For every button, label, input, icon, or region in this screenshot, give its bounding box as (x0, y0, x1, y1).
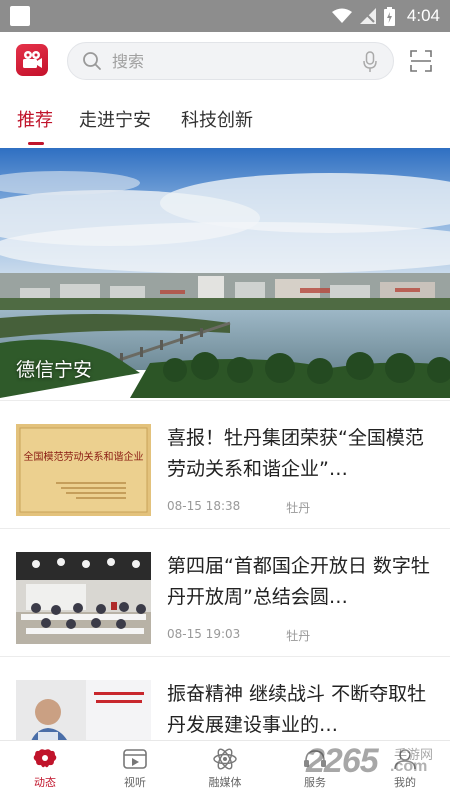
app-screen: 4:04 搜索 推荐 走进宁安 科技创新 德信宁安 全国模范劳动关系和谐企业 喜… (0, 0, 450, 799)
news-source: 牡丹 (286, 629, 311, 643)
news-item[interactable]: 第四届“首都国企开放日 数字牡丹开放周”总结会圆… 08-15 19:03 牡丹 (0, 528, 450, 656)
atom-icon (213, 748, 237, 770)
nav-label: 服务 (304, 776, 326, 789)
search-input[interactable] (112, 51, 332, 71)
thumbnail-certificate-text: 全国模范劳动关系和谐企业 (23, 452, 144, 463)
nav-dynamics[interactable]: 动态 (0, 741, 90, 799)
category-tabs: 推荐 走进宁安 科技创新 (0, 90, 450, 148)
tab-tech-innovation[interactable]: 科技创新 (181, 106, 253, 132)
active-tab-indicator (28, 142, 44, 145)
nav-label: 我的 (394, 776, 416, 789)
nav-audio-video[interactable]: 视听 (90, 741, 180, 799)
service-icon (304, 750, 326, 767)
search-bar[interactable] (67, 42, 394, 80)
news-source: 牡丹 (286, 501, 311, 515)
status-bar: 4:04 (0, 0, 450, 32)
video-icon (123, 749, 147, 769)
news-date: 08-15 19:03 (167, 627, 241, 641)
tab-recommend[interactable]: 推荐 (17, 106, 53, 132)
news-thumbnail: 全国模范劳动关系和谐企业 (16, 424, 151, 516)
notification-icon (10, 6, 30, 26)
tab-explore-ningan[interactable]: 走进宁安 (79, 106, 151, 132)
app-logo[interactable] (16, 44, 48, 76)
bottom-navigation: 动态 视听 融媒体 服务 我的 (0, 740, 450, 799)
news-item[interactable]: 全国模范劳动关系和谐企业 喜报！牡丹集团荣获“全国模范劳动关系和谐企业”… 08… (0, 400, 450, 528)
nav-label: 融媒体 (208, 776, 242, 789)
news-thumbnail (16, 552, 151, 644)
news-meta: 08-15 18:38 牡丹 (167, 499, 310, 516)
banner-caption: 德信宁安 (16, 359, 93, 381)
microphone-icon[interactable] (363, 51, 377, 73)
battery-icon (383, 6, 395, 26)
top-header (0, 32, 450, 90)
news-title: 喜报！牡丹集团荣获“全国模范劳动关系和谐企业”… (167, 427, 424, 480)
nav-media[interactable]: 融媒体 (180, 741, 270, 799)
news-title: 振奋精神 继续战斗 不断夺取牡丹发展建设事业的… (167, 683, 427, 736)
search-icon (82, 51, 102, 71)
nav-label: 视听 (124, 776, 146, 789)
nav-service[interactable]: 服务 (270, 741, 360, 799)
nav-mine[interactable]: 我的 (360, 741, 450, 799)
signal-icon (359, 8, 376, 24)
status-icons: 4:04 (331, 6, 440, 26)
banner-carousel[interactable]: 德信宁安 (0, 148, 450, 398)
status-time: 4:04 (406, 6, 440, 25)
scan-icon[interactable] (410, 50, 432, 72)
nav-label: 动态 (34, 776, 56, 789)
news-title: 第四届“首都国企开放日 数字牡丹开放周”总结会圆… (167, 555, 430, 608)
news-meta: 08-15 19:03 牡丹 (167, 627, 310, 644)
wifi-icon (331, 8, 352, 23)
peony-icon (33, 749, 57, 768)
camera-logo-icon (23, 51, 42, 68)
user-icon (394, 749, 416, 770)
news-date: 08-15 18:38 (167, 499, 241, 513)
